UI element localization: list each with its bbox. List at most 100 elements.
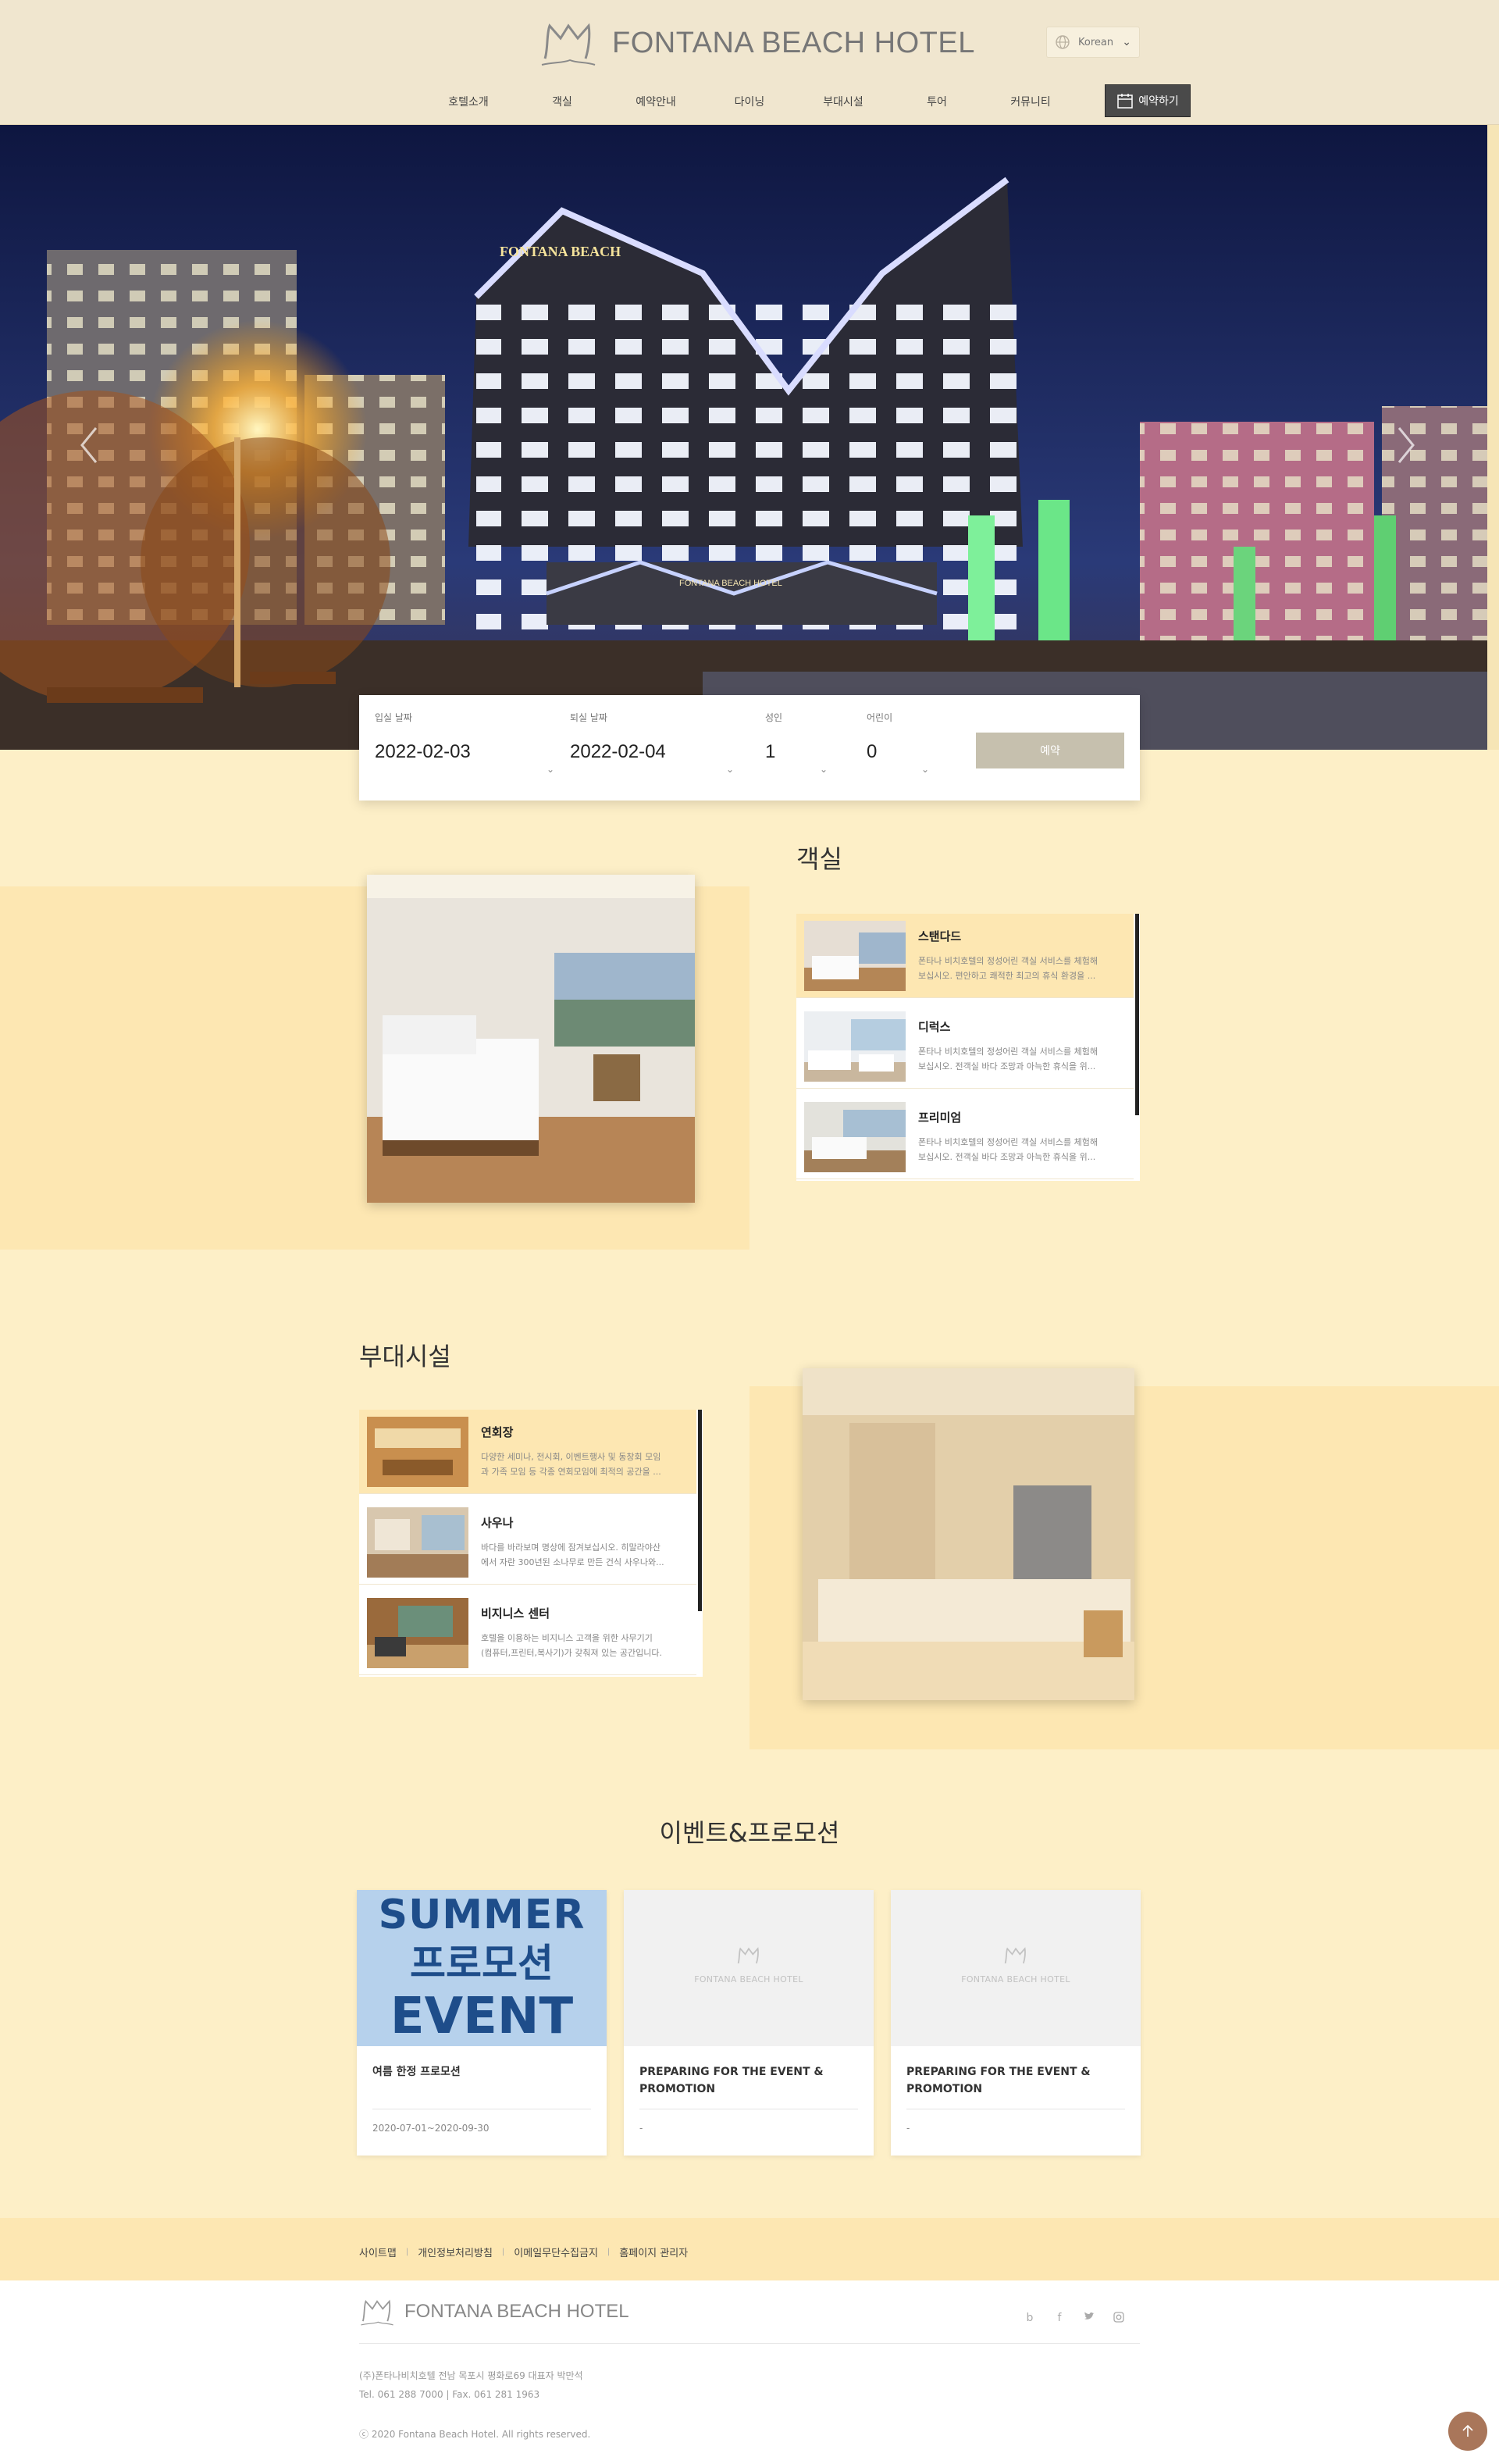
nav-item-community[interactable]: 커뮤니티 [984,94,1077,109]
main-nav: 호텔소개 객실 예약안내 다이닝 부대시설 투어 커뮤니티 [422,86,1077,117]
chevron-down-icon: ⌄ [726,764,735,775]
hotel-logo[interactable]: FONTANA BEACH HOTEL [539,16,975,70]
facility-desc-line: 에서 자란 300년된 소나무로 만든 건식 사우나와... [481,1557,664,1567]
nav-item-reservation-info[interactable]: 예약안내 [609,94,703,109]
hero-building-sign: FONTANA BEACH [500,244,621,259]
chevron-down-icon: ⌄ [547,764,555,775]
footer-logo[interactable]: FONTANA BEACH HOTEL [359,2296,629,2327]
event-name: 여름 한정 프로모션 [372,2066,461,2078]
facility-thumb [367,1597,468,1668]
event-placeholder-image: FONTANA BEACH HOTEL [891,1890,1141,2046]
arrow-up-icon [1462,2424,1473,2437]
facility-name: 비지니스 센터 [481,1606,550,1621]
language-label: Korean [1078,36,1114,48]
logo-mark-icon [541,23,596,66]
blog-icon[interactable]: b [1015,2312,1045,2326]
reserve-label: 예약하기 [1138,95,1179,108]
room-name: 프리미엄 [918,1111,962,1125]
event-date: - [906,2123,910,2134]
reserve-button[interactable]: 예약하기 [1105,84,1191,117]
event-card[interactable]: FONTANA BEACH HOTEL PREPARING FOR THE EV… [891,1890,1141,2156]
facility-name: 사우나 [481,1516,514,1530]
instagram-icon[interactable] [1104,2312,1134,2326]
event-placeholder-image: FONTANA BEACH HOTEL [624,1890,874,2046]
event-name: PREPARING FOR THE EVENT & PROMOTION [639,2066,824,2095]
child-field[interactable]: 어린이 0 ⌄ [867,711,929,775]
hero-prev-icon[interactable] [74,422,105,469]
event-banner: SUMMER 프로모션 EVENT [357,1890,607,2046]
room-thumb [804,920,906,991]
facebook-icon[interactable]: f [1045,2312,1074,2326]
room-thumb [804,1101,906,1172]
checkin-field[interactable]: 입실 날짜 2022-02-03 ⌄ [375,711,554,775]
event-date: - [639,2123,643,2134]
company-info: (주)폰타나비치호텔 전남 목포시 평화로69 대표자 박만석 Tel. 061… [359,2366,583,2404]
hero-slider: FONTANA BEACH FONTANA BEACH HOTEL [0,125,1487,750]
room-item-standard[interactable]: 스탠다드 폰타나 비치호텔의 정성어린 객실 서비스를 체험해 보십시오. 편안… [796,914,1134,998]
checkin-label: 입실 날짜 [375,712,412,723]
chevron-down-icon: ⌄ [820,764,828,775]
facility-thumb [367,1507,468,1578]
nav-item-dining[interactable]: 다이닝 [703,94,796,109]
company-contact: Tel. 061 288 7000 | Fax. 061 281 1963 [359,2389,540,2400]
twitter-icon[interactable] [1074,2312,1104,2326]
event-name: PREPARING FOR THE EVENT & PROMOTION [906,2066,1091,2095]
footer-link-admin[interactable]: 홈페이지 관리자 [619,2245,688,2259]
facility-item-banquet[interactable]: 연회장 다양한 세미나, 전시회, 이벤트행사 및 동창회 모임 과 가족 모임… [359,1410,696,1494]
separator: | [501,2248,505,2256]
nav-item-rooms[interactable]: 객실 [515,94,609,109]
booking-bar: 입실 날짜 2022-02-03 ⌄ 퇴실 날짜 2022-02-04 ⌄ 성인… [359,695,1140,801]
facility-item-business-center[interactable]: 비지니스 센터 호텔을 이용하는 비지니스 고객을 위한 사무기기 (컴퓨터,프… [359,1591,696,1675]
room-photo [367,875,695,1203]
rooms-scroll-indicator [1135,914,1139,1115]
chevron-down-icon: ⌄ [921,764,930,775]
booking-submit-button[interactable]: 예약 [976,733,1124,768]
checkout-label: 퇴실 날짜 [570,712,607,723]
site-footer: FONTANA BEACH HOTEL b f (주)폰타나비치호텔 전남 목포… [0,2280,1499,2464]
room-item-deluxe[interactable]: 디럭스 폰타나 비치호텔의 정성어린 객실 서비스를 체험해 보십시오. 전객실… [796,1004,1134,1089]
nav-item-about[interactable]: 호텔소개 [422,94,515,109]
page-scrollbar[interactable] [1487,125,1499,750]
placeholder-logo-text: FONTANA BEACH HOTEL [694,1974,803,1984]
copyright: ⓒ 2020 Fontana Beach Hotel. All rights r… [359,2429,591,2440]
adult-field[interactable]: 성인 1 ⌄ [765,711,828,775]
facility-item-sauna[interactable]: 사우나 바다를 바라보며 명상에 잠겨보십시오. 히말라야산 에서 자란 300… [359,1500,696,1585]
footer-link-email-policy[interactable]: 이메일무단수집금지 [514,2245,598,2259]
logo-text: FONTANA BEACH HOTEL [612,26,975,59]
facility-desc-line: 과 가족 모임 등 각종 연회모임에 최적의 공간을 ... [481,1467,661,1477]
footer-link-privacy[interactable]: 개인정보처리방침 [418,2245,493,2259]
checkout-value: 2022-02-04 [570,741,666,762]
globe-icon [1056,35,1070,49]
nav-item-tour[interactable]: 투어 [890,94,984,109]
checkout-field[interactable]: 퇴실 날짜 2022-02-04 ⌄ [570,711,734,775]
language-select[interactable]: Korean ⌄ [1046,27,1140,58]
hero-entrance-sign: FONTANA BEACH HOTEL [679,579,782,588]
child-value: 0 [867,741,878,762]
hero-hotel-night-image: FONTANA BEACH FONTANA BEACH HOTEL [0,125,1487,750]
lobby-photo-image [803,1368,1134,1700]
room-desc-line: 폰타나 비치호텔의 정성어린 객실 서비스를 체험해 [918,1137,1098,1147]
separator: | [607,2248,611,2256]
hero-next-icon[interactable] [1390,422,1421,469]
logo-mark-icon [737,1947,759,1964]
scroll-top-button[interactable] [1448,2412,1487,2451]
footer-divider [359,2343,1140,2344]
room-item-premium[interactable]: 프리미엄 폰타나 비치호텔의 정성어린 객실 서비스를 체험해 보십시오. 전객… [796,1095,1134,1179]
facility-desc-line: 호텔을 이용하는 비지니스 고객을 위한 사무기기 [481,1633,653,1643]
facility-desc-line: (컴퓨터,프린터,복사기)가 갖춰져 있는 공간입니다. [481,1648,662,1658]
event-banner-line: SUMMER [378,1892,586,1938]
logo-mark-icon [361,2299,393,2326]
facilities-scroll-indicator [698,1410,702,1611]
footer-link-sitemap[interactable]: 사이트맵 [359,2245,397,2259]
facility-desc-line: 바다를 바라보며 명상에 잠겨보십시오. 히말라야산 [481,1542,661,1553]
child-label: 어린이 [867,712,893,723]
nav-item-facilities[interactable]: 부대시설 [796,94,890,109]
room-name: 디럭스 [918,1020,951,1034]
event-card[interactable]: SUMMER 프로모션 EVENT 여름 한정 프로모션 2020-07-01~… [357,1890,607,2156]
checkin-value: 2022-02-03 [375,741,471,762]
event-card[interactable]: FONTANA BEACH HOTEL PREPARING FOR THE EV… [624,1890,874,2156]
room-desc-line: 폰타나 비치호텔의 정성어린 객실 서비스를 체험해 [918,956,1098,966]
event-banner-line: EVENT [390,1988,574,2045]
facility-desc-line: 다양한 세미나, 전시회, 이벤트행사 및 동창회 모임 [481,1452,661,1462]
room-photo-image [367,875,695,1203]
